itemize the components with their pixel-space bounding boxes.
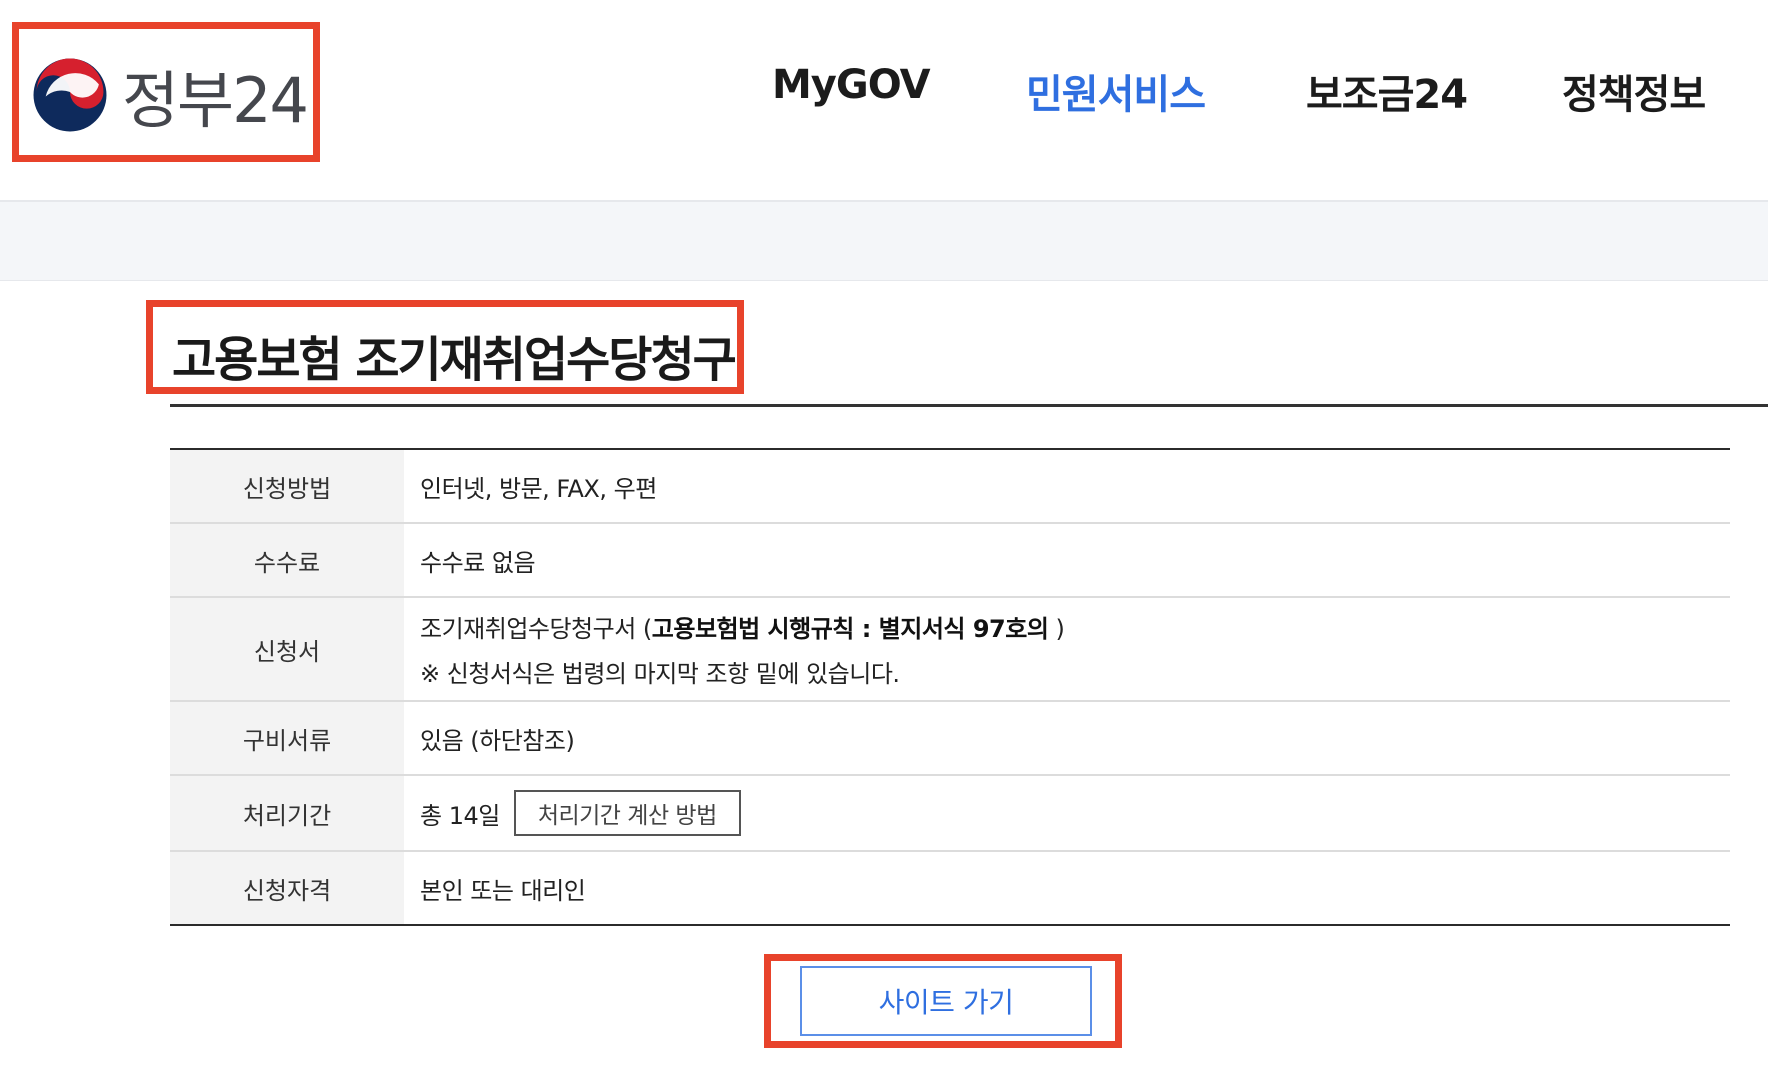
table-row: 신청서 조기재취업수당청구서 (고용보험법 시행규칙 : 별지서식 97호의 )… — [170, 598, 1730, 702]
table-row: 신청자격 본인 또는 대리인 — [170, 852, 1730, 924]
service-info-table: 신청방법 인터넷, 방문, FAX, 우편 수수료 수수료 없음 신청서 조기재… — [170, 448, 1730, 926]
nav-subsidy24[interactable]: 보조금24 — [1306, 62, 1468, 122]
logo-link[interactable]: 정부24 — [32, 50, 309, 140]
processing-period-calc-button[interactable]: 처리기간 계산 방법 — [513, 790, 741, 836]
row-value: 조기재취업수당청구서 (고용보험법 시행규칙 : 별지서식 97호의 ) ※ 신… — [404, 598, 1730, 700]
row-value: 본인 또는 대리인 — [404, 852, 1730, 924]
row-label: 구비서류 — [170, 702, 404, 774]
row-label: 신청서 — [170, 598, 404, 700]
row-label: 처리기간 — [170, 776, 404, 850]
table-row: 신청방법 인터넷, 방문, FAX, 우편 — [170, 450, 1730, 524]
processing-period-value: 총 14일 — [420, 801, 500, 830]
page-title: 고용보험 조기재취업수당청구 — [172, 332, 737, 388]
nav-mygov[interactable]: MyGOV — [772, 62, 931, 122]
required-documents-value: 있음 (하단참조) — [420, 726, 575, 755]
nav-civil-services[interactable]: 민원서비스 — [1026, 62, 1206, 122]
row-value: 인터넷, 방문, FAX, 우편 — [404, 450, 1730, 522]
eligibility-value: 본인 또는 대리인 — [420, 876, 586, 905]
nav-policy-info[interactable]: 정책정보 — [1562, 62, 1706, 122]
form-note: ※ 신청서식은 법령의 마지막 조항 밑에 있습니다. — [420, 660, 900, 688]
title-divider — [170, 404, 1768, 407]
table-row: 처리기간 총 14일 처리기간 계산 방법 — [170, 776, 1730, 852]
logo-text: 정부24 — [122, 64, 309, 137]
table-row: 수수료 수수료 없음 — [170, 524, 1730, 598]
go-to-site-button[interactable]: 사이트 가기 — [800, 966, 1092, 1036]
application-form-value: 조기재취업수당청구서 (고용보험법 시행규칙 : 별지서식 97호의 ) — [420, 609, 1730, 644]
row-label: 신청자격 — [170, 852, 404, 924]
row-value: 수수료 없음 — [404, 524, 1730, 596]
row-value: 있음 (하단참조) — [404, 702, 1730, 774]
row-label: 수수료 — [170, 524, 404, 596]
row-label: 신청방법 — [170, 450, 404, 522]
fee-value: 수수료 없음 — [420, 548, 536, 577]
form-suffix: ) — [1048, 615, 1065, 643]
row-value: 총 14일 처리기간 계산 방법 — [404, 776, 1730, 850]
application-method-value: 인터넷, 방문, FAX, 우편 — [420, 474, 657, 503]
processing-period-group: 총 14일 처리기간 계산 방법 — [420, 790, 1730, 836]
taegeuk-emblem-icon — [33, 58, 107, 132]
breadcrumb-band — [0, 202, 1768, 281]
form-name: 조기재취업수당청구서 ( — [420, 615, 652, 643]
table-row: 구비서류 있음 (하단참조) — [170, 702, 1730, 776]
site-header: 정부24 MyGOV 민원서비스 보조금24 정책정보 — [0, 0, 1768, 202]
form-legal-reference: 고용보험법 시행규칙 : 별지서식 97호의 — [651, 615, 1049, 643]
